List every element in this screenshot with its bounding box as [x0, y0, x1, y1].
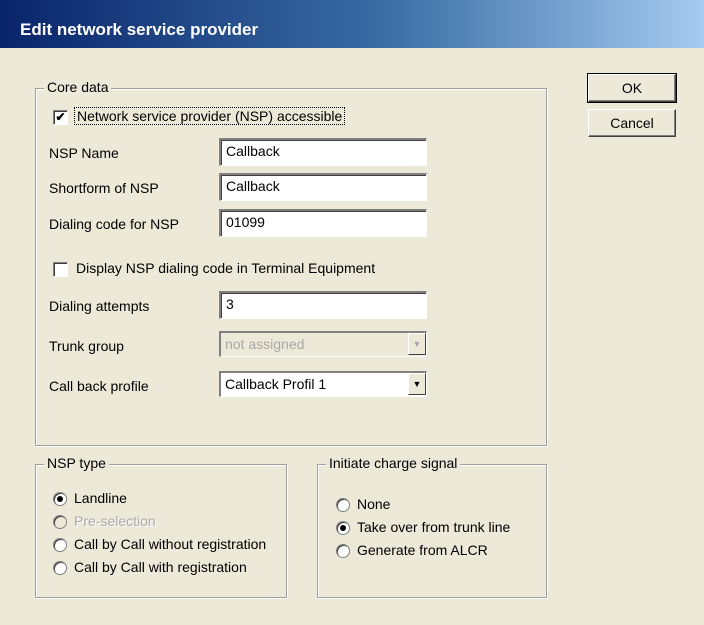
window-title: Edit network service provider [20, 20, 259, 39]
nsp-type-cbc-without-label[interactable]: Call by Call without registration [74, 536, 266, 552]
charge-none-radio[interactable] [336, 498, 350, 512]
core-data-legend: Core data [44, 79, 112, 95]
chevron-down-icon: ▼ [408, 333, 426, 355]
nsp-name-input[interactable]: Callback [219, 138, 427, 166]
charge-none-label[interactable]: None [357, 496, 390, 512]
nsp-type-cbc-with-label[interactable]: Call by Call with registration [74, 559, 247, 575]
call-back-profile-label: Call back profile [49, 378, 149, 394]
cancel-button[interactable]: Cancel [588, 109, 676, 137]
nsp-type-landline-radio[interactable] [53, 492, 67, 506]
dialing-code-label: Dialing code for NSP [49, 216, 179, 232]
ok-button[interactable]: OK [587, 73, 677, 103]
title-bar[interactable]: Edit network service provider [0, 0, 704, 48]
dialing-attempts-input[interactable]: 3 [219, 291, 427, 319]
radio-dot-icon [340, 525, 346, 531]
trunk-group-select: not assigned ▼ [219, 331, 427, 357]
call-back-profile-value: Callback Profil 1 [225, 376, 327, 392]
call-back-profile-select[interactable]: Callback Profil 1 ▼ [219, 371, 427, 397]
nsp-type-legend: NSP type [44, 455, 109, 471]
charge-generate-radio[interactable] [336, 544, 350, 558]
dialog-body: Core data ✔ Network service provider (NS… [6, 48, 698, 619]
charge-takeover-radio[interactable] [336, 521, 350, 535]
checkmark-icon: ✔ [55, 110, 66, 124]
display-code-checkbox[interactable] [53, 262, 68, 277]
charge-takeover-label[interactable]: Take over from trunk line [357, 519, 510, 535]
nsp-type-landline-label[interactable]: Landline [74, 490, 127, 506]
dialing-attempts-label: Dialing attempts [49, 298, 150, 314]
nsp-type-cbc-without-radio[interactable] [53, 538, 67, 552]
trunk-group-label: Trunk group [49, 338, 124, 354]
charge-generate-label[interactable]: Generate from ALCR [357, 542, 488, 558]
display-code-label[interactable]: Display NSP dialing code in Terminal Equ… [76, 260, 375, 276]
dialog-window: Edit network service provider Core data … [0, 0, 704, 625]
nsp-accessible-label[interactable]: Network service provider (NSP) accessibl… [74, 107, 346, 125]
nsp-name-label: NSP Name [49, 145, 119, 161]
charge-signal-legend: Initiate charge signal [326, 455, 461, 471]
dialing-code-input[interactable]: 01099 [219, 209, 427, 237]
nsp-type-group: NSP type Landline Pre-selection Call by … [35, 455, 287, 598]
nsp-type-preselection-radio [53, 515, 67, 529]
radio-dot-icon [57, 496, 63, 502]
core-data-group: Core data ✔ Network service provider (NS… [35, 79, 547, 446]
shortform-label: Shortform of NSP [49, 180, 159, 196]
nsp-accessible-checkbox[interactable]: ✔ [53, 110, 68, 125]
trunk-group-value: not assigned [225, 336, 305, 352]
charge-signal-group: Initiate charge signal None Take over fr… [317, 455, 547, 598]
nsp-type-preselection-label: Pre-selection [74, 513, 156, 529]
chevron-down-icon[interactable]: ▼ [408, 373, 426, 395]
nsp-type-cbc-with-radio[interactable] [53, 561, 67, 575]
shortform-input[interactable]: Callback [219, 173, 427, 201]
